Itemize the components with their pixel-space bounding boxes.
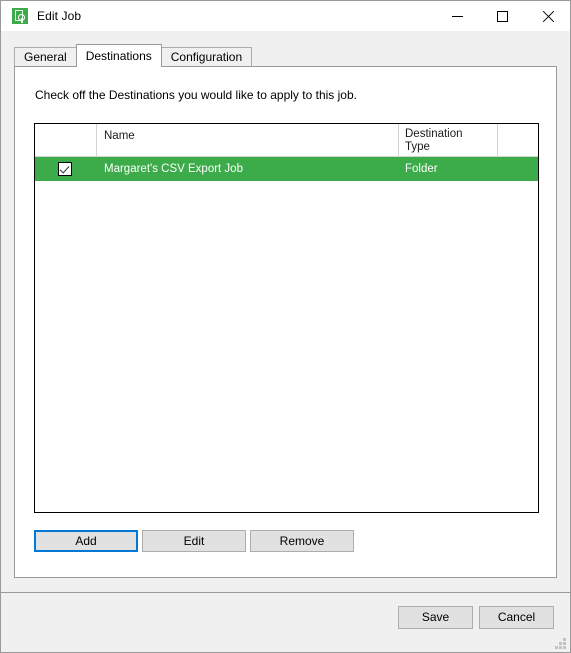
minimize-button[interactable] bbox=[435, 1, 480, 31]
table-row[interactable]: Margaret's CSV Export Job Folder bbox=[35, 157, 538, 181]
row-name: Margaret's CSV Export Job bbox=[104, 163, 243, 175]
destinations-tab-page: Check off the Destinations you would lik… bbox=[14, 66, 557, 578]
minimize-icon bbox=[452, 15, 463, 17]
grid-body: Margaret's CSV Export Job Folder bbox=[35, 157, 538, 181]
title-bar: Edit Job bbox=[1, 1, 570, 31]
tab-strip: General Destinations Configuration bbox=[14, 44, 570, 67]
add-button[interactable]: Add bbox=[34, 530, 138, 552]
job-lock-icon bbox=[12, 8, 28, 24]
resize-grip-icon[interactable] bbox=[553, 636, 566, 649]
edit-button[interactable]: Edit bbox=[142, 530, 246, 552]
instruction-text: Check off the Destinations you would lik… bbox=[35, 88, 357, 102]
destinations-grid[interactable]: Name Destination Type Margaret's CSV Exp… bbox=[34, 123, 539, 513]
remove-button[interactable]: Remove bbox=[250, 530, 354, 552]
footer-buttons: Save Cancel bbox=[398, 606, 554, 629]
dialog-footer: Save Cancel bbox=[1, 592, 570, 652]
client-area: General Destinations Configuration Check… bbox=[1, 31, 570, 592]
window-controls bbox=[435, 1, 570, 31]
grid-header-destination-type-line2: Type bbox=[405, 140, 430, 153]
grid-header-name[interactable]: Name bbox=[97, 124, 399, 156]
grid-header-spacer[interactable] bbox=[498, 124, 538, 156]
row-checkbox-cell[interactable] bbox=[35, 162, 97, 176]
grid-action-buttons: Add Edit Remove bbox=[34, 530, 354, 552]
tab-general[interactable]: General bbox=[14, 47, 77, 66]
window-title: Edit Job bbox=[37, 9, 82, 23]
grid-header-check[interactable] bbox=[35, 124, 97, 156]
grid-header-destination-type[interactable]: Destination Type bbox=[399, 124, 498, 156]
grid-header-destination-type-line1: Destination bbox=[405, 128, 463, 140]
cancel-button[interactable]: Cancel bbox=[479, 606, 554, 629]
tab-configuration[interactable]: Configuration bbox=[160, 47, 253, 66]
maximize-button[interactable] bbox=[480, 1, 525, 31]
tab-destinations[interactable]: Destinations bbox=[75, 44, 162, 67]
maximize-icon bbox=[497, 10, 508, 22]
row-destination-type: Folder bbox=[405, 163, 438, 175]
close-icon bbox=[542, 10, 554, 22]
edit-job-window: Edit Job General Destinations Configurat… bbox=[0, 0, 571, 653]
checkbox-checked-icon[interactable] bbox=[58, 162, 72, 176]
save-button[interactable]: Save bbox=[398, 606, 473, 629]
close-button[interactable] bbox=[525, 1, 570, 31]
grid-header-row: Name Destination Type bbox=[35, 124, 538, 157]
